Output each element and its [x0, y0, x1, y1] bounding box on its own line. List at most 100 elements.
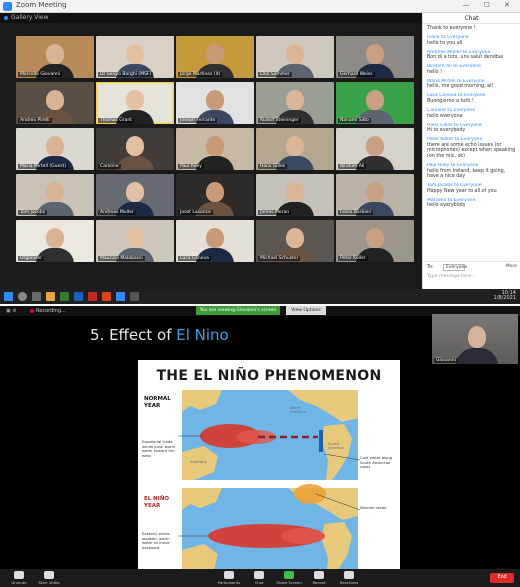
participant-tile[interactable]: Nanami Sato [336, 82, 414, 124]
browser-icon[interactable] [102, 292, 111, 301]
chat-message-text: Thank to everyone ! [427, 26, 476, 31]
chat-message: Marcello to Everyone hello everybody [427, 198, 516, 209]
chat-message: Ivano to Everyone hello to you all [427, 35, 516, 46]
chat-message-text: hello everybody [427, 203, 466, 209]
chat-message-text: Hi to everybody [427, 128, 466, 134]
chat-recipient-select[interactable]: Everyone [443, 264, 467, 271]
toolbar-label: Chat [254, 580, 264, 585]
participant-head [286, 182, 304, 202]
participant-name: James Moran [258, 210, 292, 215]
end-meeting-button[interactable]: End [490, 573, 514, 583]
chat-message-text: hello from Ireland, keep it going, have … [427, 168, 506, 180]
participant-tile[interactable]: Peter Keller [336, 220, 414, 262]
search-icon[interactable] [18, 292, 27, 301]
participant-tile[interactable]: Organizer [16, 220, 94, 262]
participant-head [286, 136, 304, 156]
normal-year-map [178, 390, 361, 480]
clock-date: 1/8/2021 [493, 295, 516, 301]
participant-tile[interactable]: Luca Canova [176, 220, 254, 262]
participant-head [366, 182, 384, 202]
participant-tile[interactable]: Ibrahim Ali [336, 128, 414, 170]
speaker-name: Giovanni [434, 358, 458, 363]
participant-head [206, 44, 224, 64]
participant-name: Hans Gilles [258, 164, 288, 169]
participant-head [286, 44, 304, 64]
window-title: Zoom Meeting [16, 1, 67, 9]
participant-head [46, 182, 64, 202]
record-icon [314, 571, 324, 579]
participant-tile[interactable]: Joost Lasance [176, 174, 254, 216]
chat-button[interactable]: Chat [246, 571, 272, 585]
toolbar-label: Unmute [11, 580, 27, 585]
reactions-button[interactable]: Reactions [336, 571, 362, 585]
participant-name: Luca Canova [178, 256, 211, 261]
participant-gallery: Marcello Giovanni Dr Sergio Borghi (MSF) J… [16, 36, 414, 267]
meeting-info-icon[interactable] [4, 16, 8, 20]
participant-head [126, 44, 144, 64]
excel-icon[interactable] [60, 292, 69, 301]
participant-head [206, 228, 224, 248]
participant-tile[interactable]: Ivano Barbieri [336, 174, 414, 216]
participant-tile[interactable]: Dr Sergio Borghi (MSF) [96, 36, 174, 78]
chat-message: Maria Mirtell to Everyone hello, me good … [427, 79, 516, 90]
participant-tile[interactable]: Tom Jacobs [16, 174, 94, 216]
participant-tile[interactable]: Marcello Giovanni [16, 36, 94, 78]
participant-tile[interactable]: Thomas Grant [96, 82, 174, 124]
participant-tile[interactable]: Elke Sommer [256, 36, 334, 78]
unmute-button[interactable]: Unmute [6, 571, 32, 585]
share-screen-button[interactable]: Share Screen [276, 571, 302, 585]
participant-tile[interactable]: Hans Gilles [256, 128, 334, 170]
zoom-title-bar: Zoom Meeting — ☐ ✕ [0, 0, 520, 13]
participant-name: Marcello Giovanni [18, 72, 63, 77]
chat-message: Luca Canova to Everyone Buongiorno a tutt… [427, 93, 516, 104]
chat-message-text: hello to you all [427, 40, 463, 46]
word-icon[interactable] [74, 292, 83, 301]
participant-tile[interactable]: Maurizio Malabassi [96, 220, 174, 262]
record-button[interactable]: Record [306, 571, 332, 585]
view-mode-label[interactable]: Gallery View [11, 14, 49, 21]
participant-name: Andrea Pirelli [18, 118, 52, 123]
el-nino-year-map [178, 484, 361, 578]
task-view-icon[interactable] [32, 292, 41, 301]
gallery-screenshot: Zoom Meeting — ☐ ✕ Gallery View Marcello… [0, 0, 520, 304]
participant-tile[interactable]: Jorge Martinez (it) [176, 36, 254, 78]
participant-head [206, 182, 224, 202]
chat-message: Thank to everyone ! [427, 26, 516, 32]
chat-message: Caroline to Everyone hello everyone [427, 108, 516, 119]
participant-tile[interactable]: Joseph Ferrante [176, 82, 254, 124]
participant-tile[interactable]: James Moran [256, 174, 334, 216]
chat-message-text: hello, me good morning, all [427, 84, 493, 90]
chat-input[interactable]: Type message here... [427, 274, 517, 286]
view-options-button[interactable]: View Options [286, 306, 326, 315]
window-controls[interactable]: — ☐ ✕ [462, 1, 516, 9]
participant-tile[interactable]: Gerhard Weiss [336, 36, 414, 78]
start-video-button[interactable]: Start Video [36, 571, 62, 585]
powerpoint-icon[interactable] [88, 292, 97, 301]
participant-name: Paul Riley [178, 164, 204, 169]
participant-tile[interactable]: Michael Schuster [256, 220, 334, 262]
zoom-menu-icon[interactable]: ▣ ⚙ [6, 308, 17, 314]
share-banner: You are viewing Giovanni's screen [196, 306, 280, 315]
active-speaker-video[interactable]: Giovanni [432, 314, 518, 364]
participant-body [116, 156, 154, 170]
participant-tile[interactable]: Andrea Pirelli [16, 82, 94, 124]
app-icon[interactable] [130, 292, 139, 301]
start-icon[interactable] [4, 292, 13, 301]
chat-messages: Thank to everyone ! Ivano to Everyone hell… [423, 24, 520, 214]
video-camera-icon [44, 571, 54, 579]
file-explorer-icon[interactable] [46, 292, 55, 301]
participants-button[interactable]: Participants [216, 571, 242, 585]
participant-name: Tom Jacobs [18, 210, 48, 215]
participant-head [206, 136, 224, 156]
meeting-controls-toolbar: Unmute Start Video Participants Chat Share S… [0, 569, 520, 587]
participant-tile[interactable]: Rudolf Steininger [256, 82, 334, 124]
participant-tile[interactable]: Maria Mirtell (Guest) [16, 128, 94, 170]
participant-tile[interactable]: Paul Riley [176, 128, 254, 170]
zoom-taskbar-icon[interactable] [116, 292, 125, 301]
participant-name: Jorge Martinez (it) [178, 72, 223, 77]
participant-head [126, 182, 144, 202]
chat-more-button[interactable]: More [506, 264, 517, 269]
participant-tile[interactable]: Caroline [96, 128, 174, 170]
participant-name: Joseph Ferrante [178, 118, 218, 123]
participant-tile[interactable]: Andreas Muller [96, 174, 174, 216]
